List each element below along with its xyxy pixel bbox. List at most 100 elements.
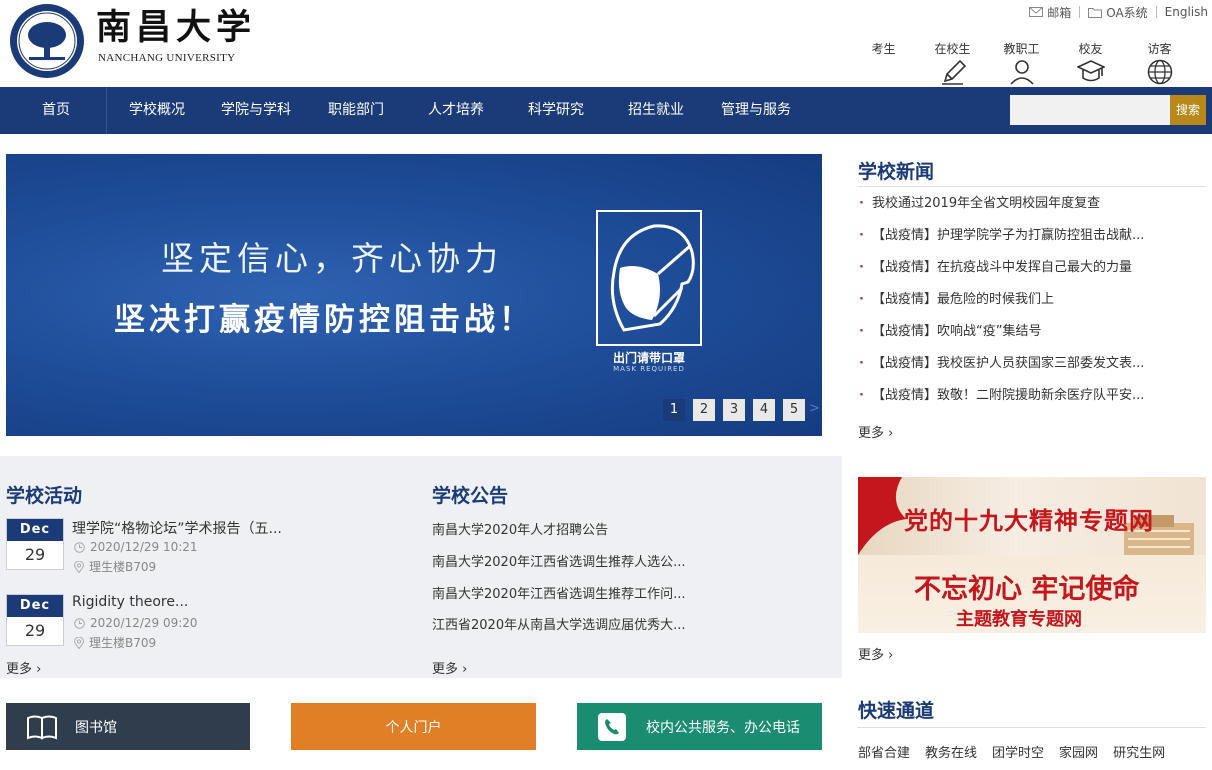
promo-subtitle: 主题教育专题网 bbox=[956, 609, 1082, 630]
notice-item[interactable]: 江西省2020年从南昌大学选调应届优秀大... bbox=[432, 614, 685, 633]
public-services-tile[interactable]: 校内公共服务、办公电话 bbox=[577, 703, 822, 750]
quick-links-title: 快速通道 bbox=[858, 700, 935, 722]
nav-admissions[interactable]: 招生就业 bbox=[618, 87, 694, 134]
location-pin-icon bbox=[74, 560, 84, 573]
role-label: 校友 bbox=[1078, 42, 1103, 56]
activities-section-title[interactable]: 学校活动 bbox=[6, 481, 82, 508]
news-item[interactable]: 【战疫情】致敬！二附院援助新余医疗队平安... bbox=[858, 386, 1208, 418]
news-item[interactable]: 【战疫情】在抗疫战斗中发挥自己最大的力量 bbox=[858, 258, 1208, 290]
notices-more-link[interactable]: 更多 › bbox=[432, 658, 467, 677]
role-label: 考生 bbox=[871, 42, 896, 56]
news-item[interactable]: 【战疫情】护理学院学子为打赢防控狙击战献... bbox=[858, 226, 1208, 258]
news-item[interactable]: 【战疫情】我校医护人员获国家三部委发文表... bbox=[858, 354, 1208, 386]
nav-overview[interactable]: 学校概况 bbox=[120, 87, 194, 134]
nav-departments[interactable]: 职能部门 bbox=[318, 87, 394, 134]
university-emblem-icon[interactable] bbox=[9, 3, 85, 79]
pager-dot-5[interactable]: 5 bbox=[783, 399, 805, 421]
notice-item[interactable]: 南昌大学2020年江西省选调生推荐人选公... bbox=[432, 551, 685, 570]
quick-link[interactable]: 研究生网 bbox=[1113, 742, 1165, 761]
top-links: 邮箱 OA系统 English bbox=[1029, 4, 1208, 20]
role-student[interactable]: 在校生 bbox=[918, 40, 987, 85]
oa-label: OA系统 bbox=[1106, 5, 1148, 20]
banner-subheadline: 坚决打赢疫情防控阻击战！ bbox=[114, 302, 534, 338]
role-label: 在校生 bbox=[934, 42, 971, 56]
graduation-cap-icon bbox=[1076, 60, 1105, 82]
location-pin-icon bbox=[74, 636, 84, 649]
activity-time-text: 2020/12/29 09:20 bbox=[90, 616, 198, 630]
pager-next-arrow[interactable]: > bbox=[809, 401, 820, 416]
mask-caption: 出门请带口罩 bbox=[612, 351, 685, 365]
library-tile[interactable]: 图书馆 bbox=[6, 703, 250, 750]
english-link[interactable]: English bbox=[1165, 5, 1208, 19]
date-badge: Dec 29 bbox=[6, 518, 64, 570]
mask-illustration bbox=[596, 210, 702, 346]
mail-label: 邮箱 bbox=[1047, 5, 1072, 20]
activity-place-text: 理生楼B709 bbox=[89, 636, 157, 650]
divider bbox=[1079, 6, 1081, 18]
nav-research[interactable]: 科学研究 bbox=[518, 87, 594, 134]
portal-label: 个人门户 bbox=[385, 719, 442, 736]
pager-dot-3[interactable]: 3 bbox=[723, 399, 745, 421]
notices-section-title[interactable]: 学校公告 bbox=[432, 481, 508, 508]
promo-title-bottom: 不忘初心 牢记使命 bbox=[914, 574, 1140, 605]
role-visitor[interactable]: 访客 bbox=[1125, 40, 1194, 85]
promo-title-top: 党的十九大精神专题网 bbox=[904, 506, 1154, 535]
nav-home[interactable]: 首页 bbox=[26, 87, 86, 134]
pencil-icon bbox=[941, 59, 966, 85]
news-item[interactable]: 【战疫情】最危险的时候我们上 bbox=[858, 290, 1208, 322]
quick-link[interactable]: 家园网 bbox=[1059, 742, 1098, 761]
nav-management[interactable]: 管理与服务 bbox=[714, 87, 798, 134]
banner-headline: 坚定信心，齐心协力 bbox=[161, 239, 503, 278]
oa-link[interactable]: OA系统 bbox=[1088, 4, 1148, 21]
role-examinee[interactable]: 考生 bbox=[849, 40, 918, 85]
news-section-title[interactable]: 学校新闻 bbox=[858, 157, 934, 184]
activity-place-text: 理生楼B709 bbox=[89, 560, 157, 574]
activity-title[interactable]: 理学院“格物论坛”学术报告（五... bbox=[72, 518, 282, 538]
university-name-en: NANCHANG UNIVERSITY bbox=[98, 52, 236, 64]
pager-dot-1[interactable]: 1 bbox=[663, 399, 685, 421]
quick-link[interactable]: 教务在线 bbox=[925, 742, 977, 761]
notice-item[interactable]: 南昌大学2020年人才招聘公告 bbox=[432, 519, 608, 538]
date-day: 29 bbox=[24, 545, 46, 564]
banner-pager: 1 2 3 4 5 bbox=[663, 399, 805, 421]
activities-more-link[interactable]: 更多 › bbox=[6, 658, 41, 677]
search-input[interactable] bbox=[1010, 95, 1170, 125]
globe-icon bbox=[1147, 59, 1172, 85]
phone-icon bbox=[598, 712, 626, 741]
user-icon bbox=[1009, 60, 1034, 85]
activity-item[interactable]: Dec 29 Rigidity theore... 2020/12/29 09:… bbox=[6, 594, 406, 666]
quick-link[interactable]: 部省合建 bbox=[858, 742, 910, 761]
nav-colleges[interactable]: 学院与学科 bbox=[214, 87, 298, 134]
personal-portal-tile[interactable]: 个人门户 bbox=[291, 703, 536, 750]
divider bbox=[1155, 6, 1157, 18]
services-label: 校内公共服务、办公电话 bbox=[646, 719, 800, 736]
date-badge: Dec 29 bbox=[6, 594, 64, 646]
quick-link[interactable]: 团学时空 bbox=[992, 742, 1044, 761]
news-item[interactable]: 我校通过2019年全省文明校园年度复查 bbox=[858, 194, 1208, 226]
divider bbox=[857, 186, 1206, 187]
pager-dot-4[interactable]: 4 bbox=[753, 399, 775, 421]
date-month: Dec bbox=[7, 519, 63, 541]
news-item[interactable]: 【战疫情】吹响战“疫”集结号 bbox=[858, 322, 1208, 354]
library-label: 图书馆 bbox=[75, 719, 117, 736]
news-more-link[interactable]: 更多 › bbox=[858, 422, 893, 441]
mail-icon bbox=[1029, 7, 1044, 17]
divider bbox=[857, 727, 1206, 728]
hero-banner[interactable]: 坚定信心，齐心协力 坚决打赢疫情防控阻击战！ 出门请带口罩 MASK REQUI… bbox=[6, 154, 822, 436]
mask-caption-en: MASK REQUIRED bbox=[613, 365, 685, 373]
activity-title[interactable]: Rigidity theore... bbox=[72, 594, 188, 610]
mail-link[interactable]: 邮箱 bbox=[1029, 4, 1071, 21]
role-links: 考生 在校生 教职工 校友 访客 bbox=[849, 40, 1194, 85]
promo-more-link[interactable]: 更多 › bbox=[858, 644, 893, 663]
activity-time-text: 2020/12/29 10:21 bbox=[90, 540, 198, 554]
university-name-cn[interactable]: 南昌大学 bbox=[96, 6, 256, 50]
search-button[interactable]: 搜索 bbox=[1170, 95, 1206, 125]
theme-promo-banner[interactable]: 党的十九大精神专题网 不忘初心 牢记使命 主题教育专题网 bbox=[858, 477, 1206, 633]
nav-education[interactable]: 人才培养 bbox=[418, 87, 494, 134]
pager-dot-2[interactable]: 2 bbox=[693, 399, 715, 421]
role-alumni[interactable]: 校友 bbox=[1056, 40, 1125, 85]
notice-item[interactable]: 南昌大学2020年江西省选调生推荐工作问... bbox=[432, 583, 685, 602]
activity-time: 2020/12/29 09:20 bbox=[74, 616, 198, 630]
activity-item[interactable]: Dec 29 理学院“格物论坛”学术报告（五... 2020/12/29 10:… bbox=[6, 518, 406, 590]
role-staff[interactable]: 教职工 bbox=[987, 40, 1056, 85]
